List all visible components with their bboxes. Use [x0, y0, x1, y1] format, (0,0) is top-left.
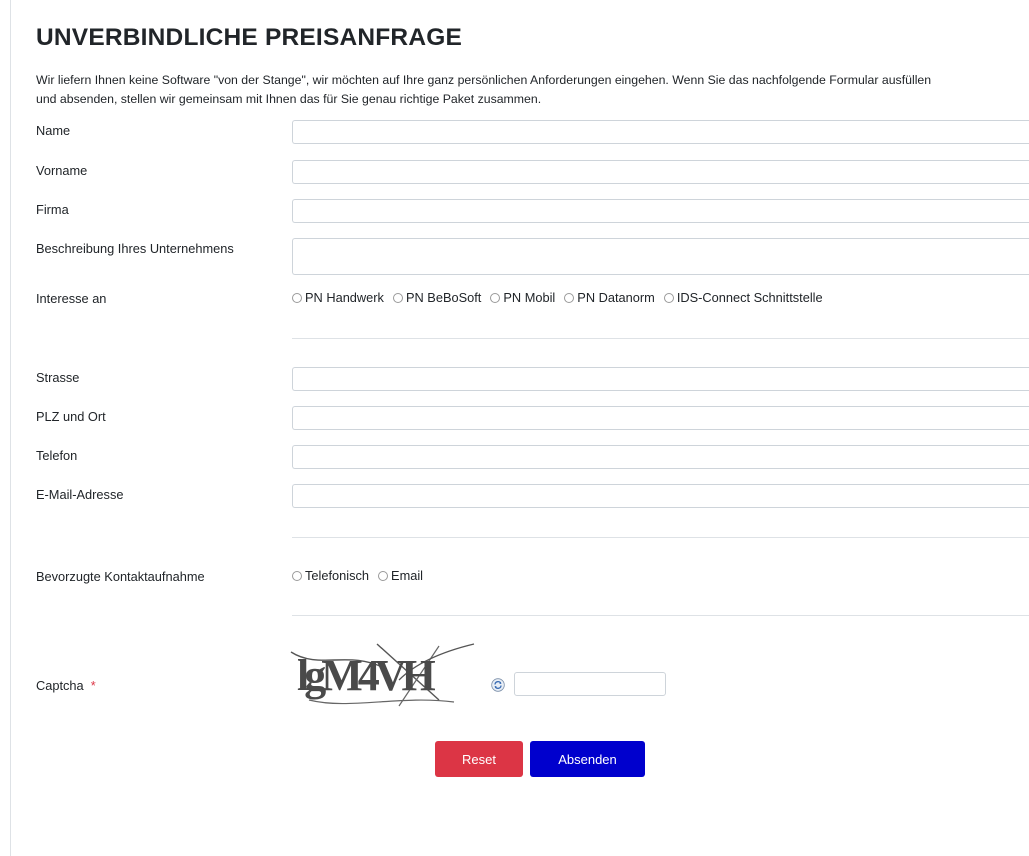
radio-pn-datanorm[interactable]: PN Datanorm: [564, 290, 655, 305]
firma-label: Firma: [36, 202, 69, 217]
section-divider: [292, 537, 1029, 538]
reset-button[interactable]: Reset: [435, 741, 523, 777]
beschreibung-label: Beschreibung Ihres Unternehmens: [36, 241, 234, 256]
radio-email[interactable]: Email: [378, 568, 423, 583]
email-label: E-Mail-Adresse: [36, 487, 124, 502]
radio-button-icon[interactable]: [564, 292, 575, 303]
name-input[interactable]: [292, 120, 1029, 144]
radio-pn-bebosoft[interactable]: PN BeBoSoft: [392, 290, 482, 305]
radio-label: PN Mobil: [503, 290, 556, 305]
captcha-image: lgM4VH: [290, 643, 475, 707]
intro-line-1: Wir liefern Ihnen keine Software "von de…: [36, 73, 932, 87]
refresh-icon[interactable]: [491, 678, 505, 692]
radio-ids-connect[interactable]: IDS-Connect Schnittstelle: [663, 290, 823, 305]
beschreibung-textarea[interactable]: [292, 238, 1029, 275]
telefon-label: Telefon: [36, 448, 78, 463]
telefon-input[interactable]: [292, 445, 1029, 469]
radio-telefonisch[interactable]: Telefonisch: [292, 568, 369, 583]
submit-button[interactable]: Absenden: [530, 741, 645, 777]
radio-label: Telefonisch: [305, 568, 370, 583]
interesse-label: Interesse an: [36, 291, 107, 306]
email-input[interactable]: [292, 484, 1029, 508]
radio-button-icon[interactable]: [392, 292, 403, 303]
radio-pn-mobil[interactable]: PN Mobil: [490, 290, 555, 305]
captcha-label: Captcha *: [36, 678, 96, 693]
interesse-radio-group: PN Handwerk PN BeBoSoft PN Mobil PN Data…: [292, 290, 832, 305]
radio-button-icon[interactable]: [663, 292, 674, 303]
firma-input[interactable]: [292, 199, 1029, 223]
section-divider: [292, 338, 1029, 339]
radio-label: PN Handwerk: [305, 290, 384, 305]
plz-ort-input[interactable]: [292, 406, 1029, 430]
captcha-text: lgM4VH: [297, 651, 436, 700]
strasse-input[interactable]: [292, 367, 1029, 391]
name-label: Name: [36, 123, 71, 138]
radio-button-icon[interactable]: [292, 292, 302, 303]
captcha-label-text: Captcha: [36, 678, 84, 693]
kontakt-label: Bevorzugte Kontaktaufnahme: [36, 569, 205, 584]
intro-line-2: und absenden, stellen wir gemeinsam mit …: [36, 92, 542, 106]
plz-ort-label: PLZ und Ort: [36, 409, 106, 424]
radio-button-icon[interactable]: [490, 292, 501, 303]
page-title: UNVERBINDLICHE PREISANFRAGE: [36, 24, 463, 51]
kontakt-radio-group: Telefonisch Email: [292, 568, 432, 583]
quote-request-form: UNVERBINDLICHE PREISANFRAGE Wir liefern …: [36, 0, 1029, 856]
vorname-label: Vorname: [36, 163, 88, 178]
radio-label: PN BeBoSoft: [405, 290, 482, 305]
vorname-input[interactable]: [292, 160, 1029, 184]
strasse-label: Strasse: [36, 370, 80, 385]
radio-label: Email: [391, 568, 424, 583]
radio-button-icon[interactable]: [292, 570, 302, 581]
radio-label: IDS-Connect Schnittstelle: [676, 290, 823, 305]
radio-label: PN Datanorm: [577, 290, 655, 305]
page-left-border: [10, 0, 11, 856]
radio-pn-handwerk[interactable]: PN Handwerk: [292, 290, 384, 305]
captcha-input[interactable]: [514, 672, 666, 696]
required-asterisk: *: [90, 678, 96, 693]
section-divider: [292, 615, 1029, 616]
radio-button-icon[interactable]: [378, 570, 389, 581]
intro-text: Wir liefern Ihnen keine Software "von de…: [36, 71, 1029, 109]
